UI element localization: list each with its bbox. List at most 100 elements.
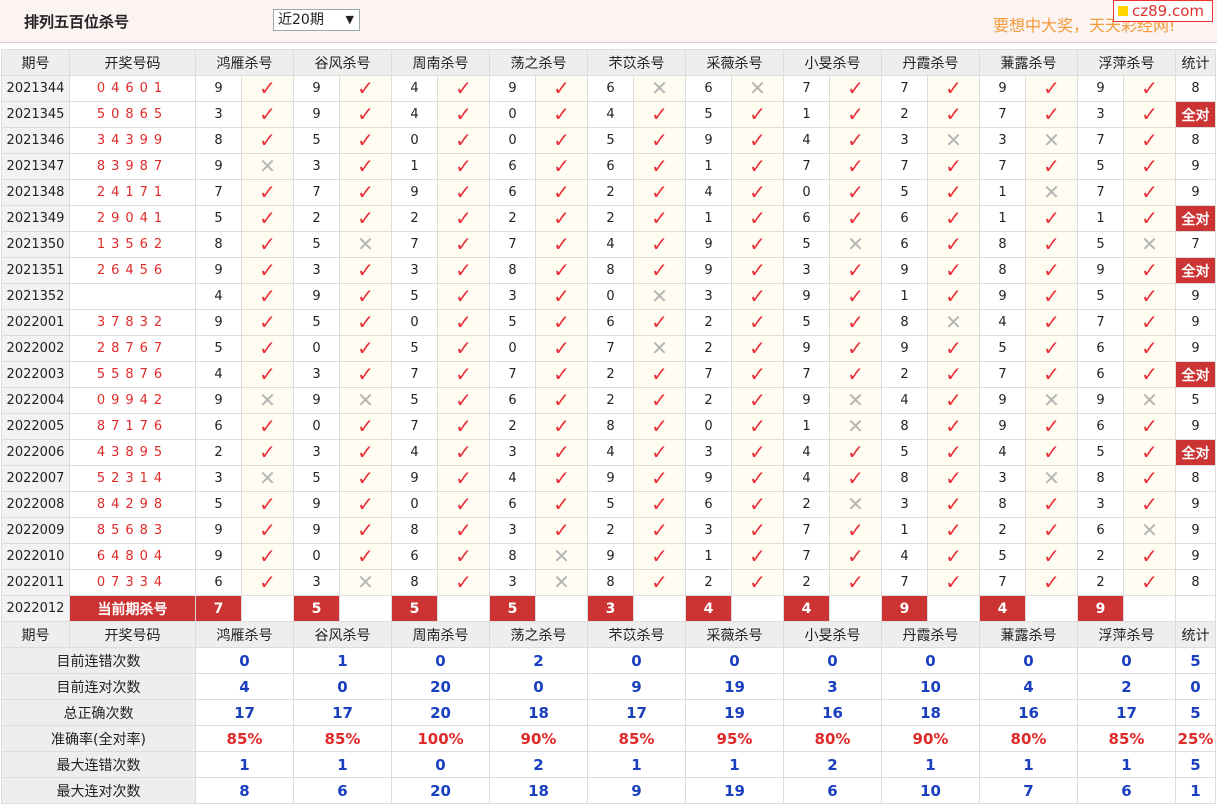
result-mark-cell: ✓ [241,413,294,440]
summary-value: 1 [587,751,686,778]
kill-number-cell: 4 [587,231,634,258]
check-icon: ✓ [1141,491,1158,516]
check-icon: ✓ [259,101,276,126]
result-mark-cell: ✕ [633,75,686,102]
kill-number-cell: 3 [685,439,732,466]
result-mark-cell: ✕ [1025,179,1078,206]
kill-number-cell: 9 [783,387,830,414]
kill-number-cell: 4 [391,75,438,102]
kill-number-cell: 1 [783,101,830,128]
col-header-expert[interactable]: 鸿雁杀号 [195,49,294,76]
col-header-expert[interactable]: 采薇杀号 [685,621,784,648]
col-header-expert[interactable]: 丹霞杀号 [881,621,980,648]
kill-number-cell: 0 [587,283,634,310]
check-icon: ✓ [749,465,766,490]
kill-number-cell: 4 [881,387,928,414]
cross-icon: ✕ [847,231,864,256]
table-row: 2022011 07334 6 ✓ 3 ✕ 8 ✓ 3 ✕ 8 ✓ 2 ✓ 2 ✓ 7 ✓ 7 ✓ 2 ✓ 8 [1,569,1216,596]
result-mark-cell: ✓ [535,387,588,414]
col-header-expert[interactable]: 谷风杀号 [293,49,392,76]
check-icon: ✓ [455,335,472,360]
table-row: 2021352 4 ✓ 9 ✓ 5 ✓ 3 ✓ 0 ✕ 3 ✓ 9 ✓ 1 ✓ 9 ✓ 5 ✓ 9 [1,283,1216,310]
check-icon: ✓ [1043,231,1060,256]
check-icon: ✓ [1043,257,1060,282]
kill-number-cell: 7 [979,361,1026,388]
result-mark-cell: ✓ [437,283,490,310]
col-header-expert[interactable]: 丹霞杀号 [881,49,980,76]
col-header-expert[interactable]: 小旻杀号 [783,49,882,76]
result-mark-cell: ✓ [1025,101,1078,128]
result-mark-cell: ✓ [241,439,294,466]
check-icon: ✓ [259,543,276,568]
result-mark-cell: ✓ [437,309,490,336]
check-icon: ✓ [455,387,472,412]
summary-value: 1 [293,647,392,674]
kill-number-cell: 9 [979,283,1026,310]
check-icon: ✓ [847,75,864,100]
kill-number-cell: 6 [587,75,634,102]
result-mark-cell: ✓ [829,361,882,388]
summary-value: 20 [391,673,490,700]
check-icon: ✓ [357,153,374,178]
col-header-expert[interactable]: 蒹露杀号 [979,49,1078,76]
check-icon: ✓ [553,179,570,204]
all-correct-badge: 全对 [1175,439,1216,466]
col-header-expert[interactable]: 周南杀号 [391,621,490,648]
result-mark-cell: ✓ [1123,413,1176,440]
kill-number-cell: 7 [783,361,830,388]
check-icon: ✓ [357,361,374,386]
result-mark-cell: ✓ [339,257,392,284]
check-icon: ✓ [357,101,374,126]
col-header-expert[interactable]: 小旻杀号 [783,621,882,648]
check-icon: ✓ [749,153,766,178]
check-icon: ✓ [1043,309,1060,334]
check-icon: ✓ [1043,153,1060,178]
col-header-expert[interactable]: 谷风杀号 [293,621,392,648]
kill-number-cell: 7 [783,153,830,180]
check-icon: ✓ [651,491,668,516]
result-mark-cell: ✓ [241,283,294,310]
col-header-expert[interactable]: 鸿雁杀号 [195,621,294,648]
col-header-expert[interactable]: 蒹露杀号 [979,621,1078,648]
kill-number-cell: 9 [979,387,1026,414]
result-mark-cell: ✓ [731,387,784,414]
summary-value: 1 [685,751,784,778]
check-icon: ✓ [945,153,962,178]
result-mark-cell: ✓ [437,465,490,492]
result-mark-cell: ✓ [829,283,882,310]
col-header-expert[interactable]: 芣苡杀号 [587,49,686,76]
period-select[interactable]: 近20期 ▼ [273,9,360,31]
check-icon: ✓ [847,205,864,230]
check-icon: ✓ [1043,491,1060,516]
result-mark-cell: ✓ [731,231,784,258]
summary-value: 19 [685,673,784,700]
result-mark-cell: ✓ [927,257,980,284]
col-header-expert[interactable]: 荡之杀号 [489,49,588,76]
check-icon: ✓ [455,257,472,282]
kill-number-cell: 5 [391,283,438,310]
site-logo[interactable]: cz89.com [1113,0,1213,22]
col-header-expert[interactable]: 芣苡杀号 [587,621,686,648]
summary-value: 20 [391,699,490,726]
col-header-expert[interactable]: 浮萍杀号 [1077,621,1176,648]
check-icon: ✓ [1141,153,1158,178]
col-header-expert[interactable]: 采薇杀号 [685,49,784,76]
kill-number-cell: 4 [979,439,1026,466]
summary-row: 最大连对次数 8 6 20 18 9 19 6 10 7 6 1 [1,777,1216,804]
result-mark-cell: ✕ [339,387,392,414]
summary-value: 0 [783,647,882,674]
kill-number-cell: 3 [881,491,928,518]
check-icon: ✓ [1141,335,1158,360]
col-header-expert[interactable]: 周南杀号 [391,49,490,76]
kill-number-cell: 9 [783,335,830,362]
result-mark-cell: ✓ [339,543,392,570]
kill-number-cell: 9 [783,283,830,310]
period-cell: 2022010 [1,543,70,570]
col-header-expert[interactable]: 浮萍杀号 [1077,49,1176,76]
col-header-period: 期号 [1,621,70,648]
summary-stat: 5 [1175,647,1216,674]
kill-number-cell: 4 [587,101,634,128]
kill-number-cell: 5 [293,231,340,258]
col-header-expert[interactable]: 荡之杀号 [489,621,588,648]
check-icon: ✓ [455,439,472,464]
